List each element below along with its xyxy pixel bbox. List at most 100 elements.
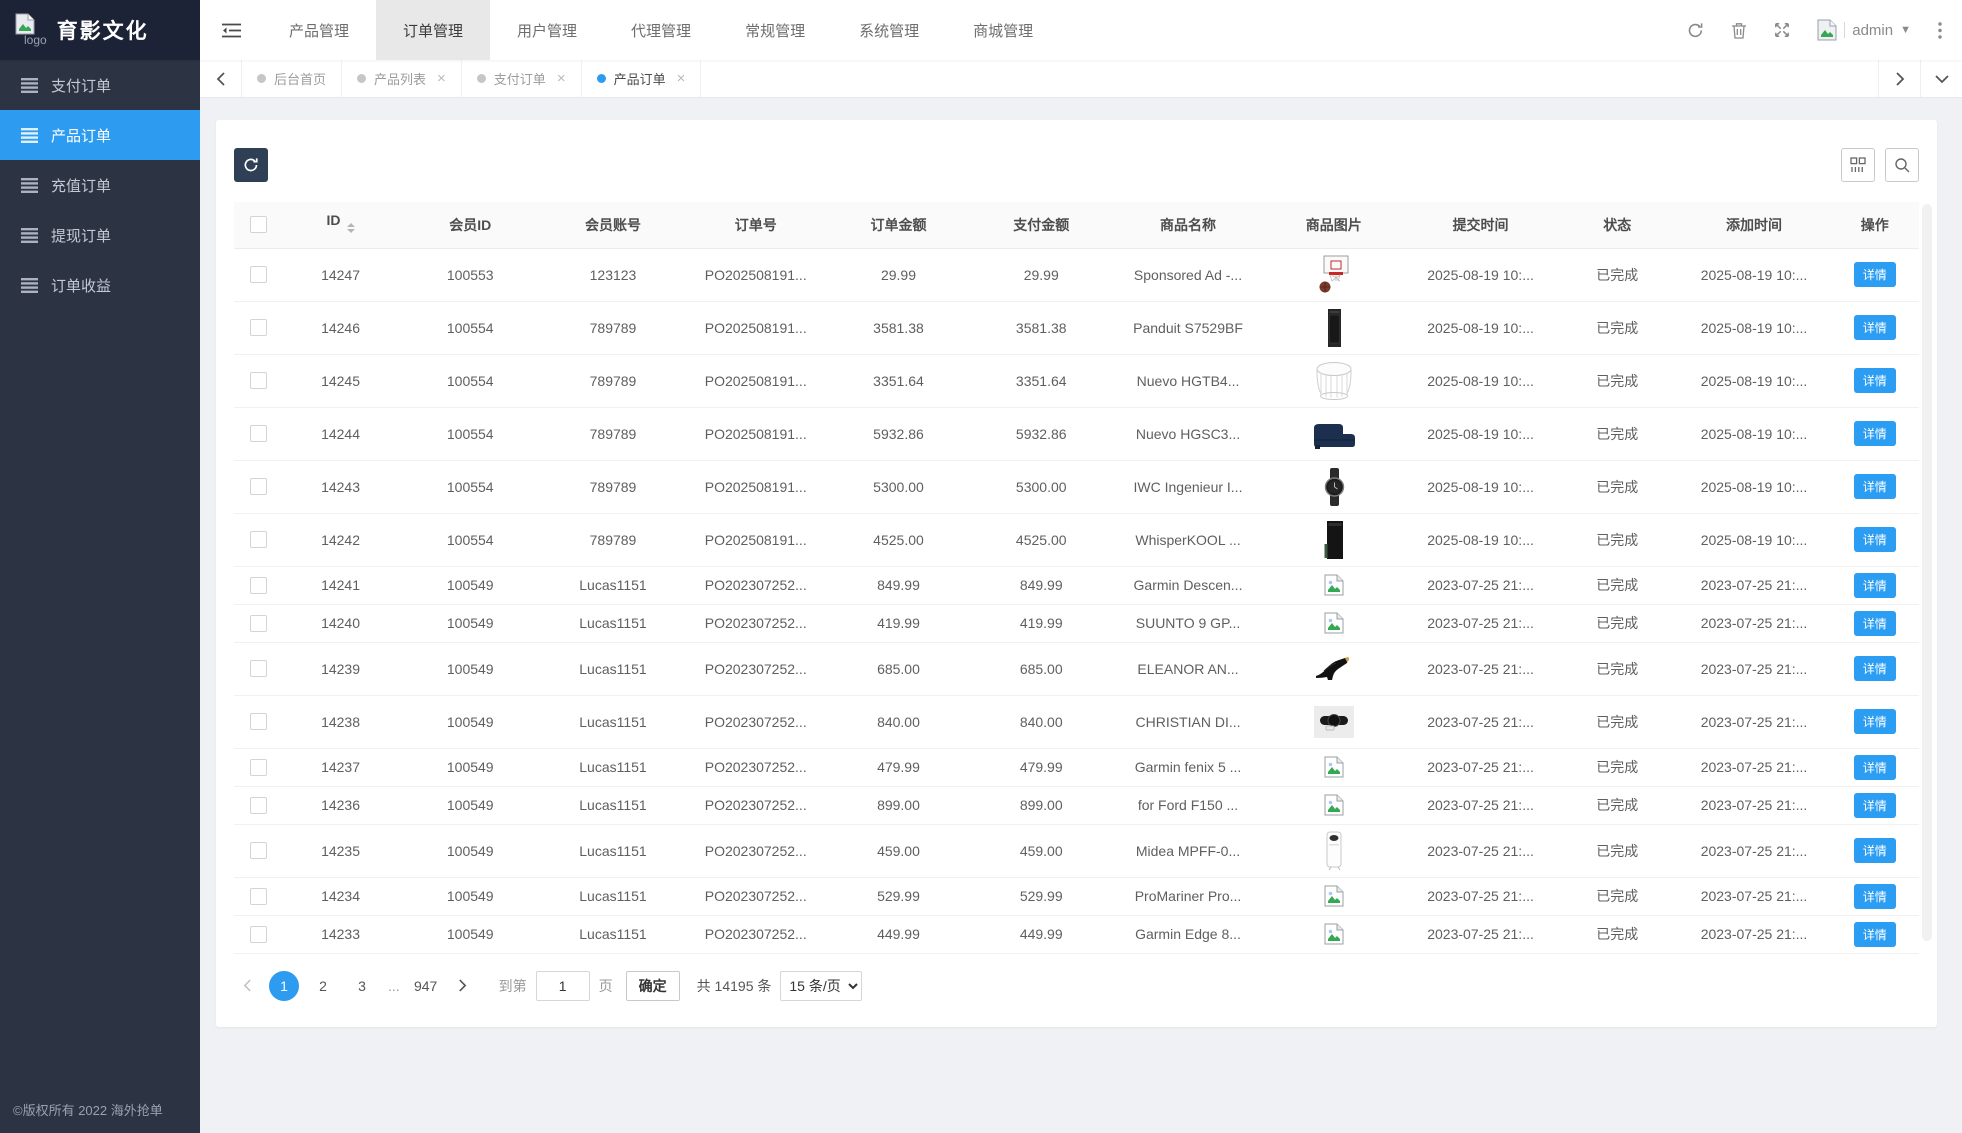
cell-id: 14244 (282, 407, 399, 460)
detail-button[interactable]: 详情 (1854, 922, 1896, 947)
cell-product-name: Garmin Edge 8... (1113, 915, 1264, 953)
next-page-icon[interactable] (450, 971, 476, 1001)
cell-member-account: 123123 (542, 248, 685, 301)
cell-member-id: 100549 (399, 824, 542, 877)
row-checkbox[interactable] (250, 319, 267, 336)
detail-button[interactable]: 详情 (1854, 315, 1896, 340)
cell-member-id: 100549 (399, 566, 542, 604)
tab-close-icon[interactable]: × (437, 70, 446, 87)
tabs-scroll-right-icon[interactable] (1878, 60, 1920, 97)
sidebar-item[interactable]: 提现订单 (0, 210, 200, 260)
row-checkbox[interactable] (250, 266, 267, 283)
fullscreen-icon[interactable] (1774, 22, 1790, 38)
cell-submit-time: 2023-07-25 21:... (1404, 915, 1557, 953)
goto-suffix-label: 页 (599, 976, 613, 996)
topnav-item[interactable]: 代理管理 (604, 0, 718, 60)
detail-button[interactable]: 详情 (1854, 368, 1896, 393)
table-refresh-button[interactable] (234, 148, 268, 182)
sidebar-item[interactable]: 充值订单 (0, 160, 200, 210)
row-checkbox[interactable] (250, 713, 267, 730)
detail-button[interactable]: 详情 (1854, 421, 1896, 446)
detail-button[interactable]: 详情 (1854, 884, 1896, 909)
cell-pay-amount: 685.00 (970, 642, 1113, 695)
topnav-item[interactable]: 系统管理 (832, 0, 946, 60)
tab[interactable]: 支付订单 × (462, 60, 582, 97)
cell-status: 已完成 (1557, 915, 1678, 953)
columns-toggle-button[interactable] (1841, 148, 1875, 182)
row-checkbox[interactable] (250, 577, 267, 594)
column-header: 状态 (1557, 202, 1678, 248)
detail-button[interactable]: 详情 (1854, 656, 1896, 681)
search-toggle-button[interactable] (1885, 148, 1919, 182)
detail-button[interactable]: 详情 (1854, 793, 1896, 818)
detail-button[interactable]: 详情 (1854, 527, 1896, 552)
row-checkbox[interactable] (250, 372, 267, 389)
trash-icon[interactable] (1731, 22, 1747, 39)
cell-add-time: 2025-08-19 10:... (1678, 354, 1831, 407)
detail-button[interactable]: 详情 (1854, 262, 1896, 287)
tab[interactable]: 后台首页 (242, 60, 342, 97)
page-button[interactable]: 2 (308, 971, 338, 1001)
row-checkbox[interactable] (250, 660, 267, 677)
goto-page-input[interactable] (536, 971, 590, 1001)
sidebar-collapse-icon[interactable] (200, 0, 262, 60)
cell-member-account: Lucas1151 (542, 748, 685, 786)
table-scrollbar[interactable] (1922, 204, 1932, 941)
cell-product-image (1263, 915, 1404, 953)
toolbar (234, 148, 1919, 182)
row-checkbox[interactable] (250, 759, 267, 776)
detail-button[interactable]: 详情 (1854, 573, 1896, 598)
prev-page-icon[interactable] (234, 971, 260, 1001)
detail-button[interactable]: 详情 (1854, 709, 1896, 734)
topnav-item[interactable]: 订单管理 (376, 0, 490, 60)
page-button[interactable]: 1 (269, 971, 299, 1001)
cell-order-amount: 3351.64 (827, 354, 970, 407)
detail-button[interactable]: 详情 (1854, 611, 1896, 636)
row-checkbox[interactable] (250, 531, 267, 548)
sort-icon[interactable] (347, 219, 355, 237)
select-all-checkbox[interactable] (250, 216, 267, 233)
topnav-item[interactable]: 产品管理 (262, 0, 376, 60)
page-list: 123... 947 (269, 971, 441, 1001)
confirm-page-button[interactable]: 确定 (626, 971, 680, 1001)
column-header-label: 订单号 (735, 217, 777, 233)
row-checkbox[interactable] (250, 842, 267, 859)
cell-product-image (1263, 748, 1404, 786)
detail-button[interactable]: 详情 (1854, 838, 1896, 863)
avatar-broken-image-icon (1817, 19, 1837, 41)
sidebar-item[interactable]: 订单收益 (0, 260, 200, 310)
tabs-scroll-left-icon[interactable] (200, 60, 242, 97)
tab[interactable]: 产品订单 × (582, 60, 702, 97)
row-checkbox[interactable] (250, 478, 267, 495)
topnav-item[interactable]: 常规管理 (718, 0, 832, 60)
row-checkbox[interactable] (250, 615, 267, 632)
row-checkbox[interactable] (250, 797, 267, 814)
row-checkbox[interactable] (250, 425, 267, 442)
cell-order-amount: 899.00 (827, 786, 970, 824)
tabs-menu-icon[interactable] (1920, 60, 1962, 97)
page-button[interactable]: 3 (347, 971, 377, 1001)
tab-dot-icon (597, 74, 606, 83)
tab-close-icon[interactable]: × (557, 70, 566, 87)
sidebar-item[interactable]: 支付订单 (0, 60, 200, 110)
cell-submit-time: 2023-07-25 21:... (1404, 642, 1557, 695)
tab[interactable]: 产品列表 × (342, 60, 462, 97)
list-icon (21, 178, 38, 193)
page-button[interactable]: 947 (411, 971, 441, 1001)
row-checkbox[interactable] (250, 926, 267, 943)
list-icon (21, 228, 38, 243)
page-ellipsis: ... (386, 978, 402, 994)
more-menu-icon[interactable] (1938, 22, 1942, 39)
product-basketball-hoop-icon (1312, 255, 1356, 295)
sidebar-item[interactable]: 产品订单 (0, 110, 200, 160)
product-heels-icon (1312, 649, 1356, 689)
topnav-item[interactable]: 用户管理 (490, 0, 604, 60)
detail-button[interactable]: 详情 (1854, 474, 1896, 499)
tab-close-icon[interactable]: × (677, 70, 686, 87)
detail-button[interactable]: 详情 (1854, 755, 1896, 780)
per-page-select[interactable]: 15 条/页 (780, 971, 862, 1001)
user-menu[interactable]: admin ▼ (1817, 19, 1911, 41)
topnav-item[interactable]: 商城管理 (946, 0, 1060, 60)
refresh-icon[interactable] (1687, 22, 1704, 39)
row-checkbox[interactable] (250, 888, 267, 905)
